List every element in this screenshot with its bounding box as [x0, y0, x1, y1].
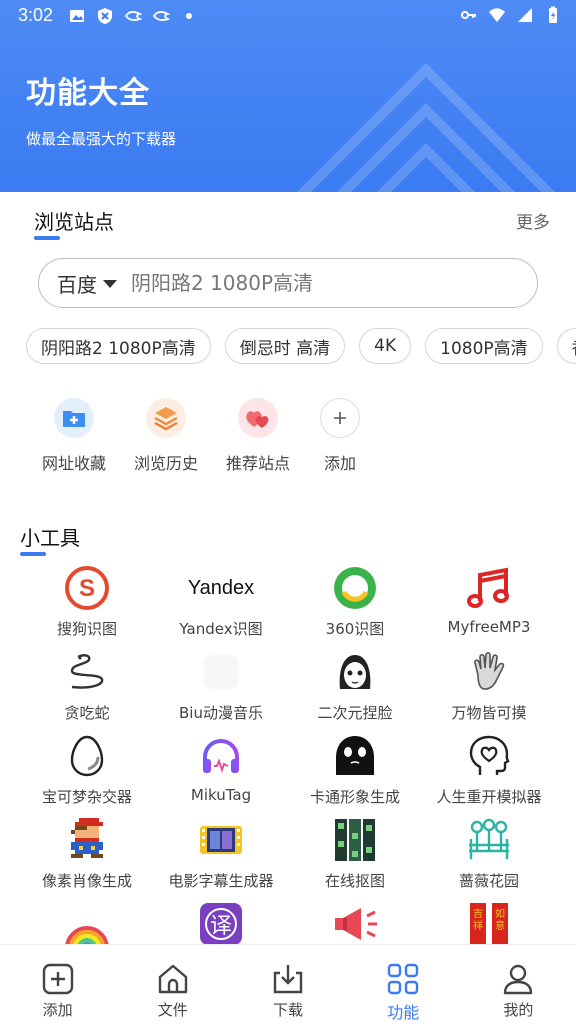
plus-icon [320, 398, 360, 438]
status-time: 3:02 [18, 5, 54, 25]
hot-search-chips: 阴阳路2 1080P高清 倒忌时 高清 4K 1080P高清 香 [26, 328, 576, 364]
svg-text:S: S [79, 575, 95, 602]
quick-item-bookmarks[interactable]: 网址收藏 [28, 398, 120, 474]
tool-item[interactable]: Yandex Yandex识图 [154, 564, 288, 648]
ghost-icon [331, 732, 379, 780]
film-strip-icon [331, 816, 379, 864]
browse-section-title: 浏览站点 [34, 206, 114, 240]
main-card: 浏览站点 更多 百度 阴阳路2 1080P高清 倒忌时 高清 4K 1080P高… [0, 194, 576, 954]
360-icon [331, 564, 379, 612]
shield-icon [98, 8, 112, 24]
bird-icon [124, 11, 142, 21]
music-note-icon [465, 564, 513, 612]
quick-actions: 网址收藏 浏览历史 推荐站点 添加 [28, 398, 376, 474]
tool-item[interactable]: Biu动漫音乐 [154, 648, 288, 732]
film-icon [197, 816, 245, 864]
tool-item[interactable]: 像素肖像生成 [20, 816, 154, 900]
nav-features[interactable]: 功能 [346, 945, 461, 1024]
translate-icon: 译 [197, 900, 245, 948]
search-chip[interactable]: 阴阳路2 1080P高清 [26, 328, 211, 364]
search-chip[interactable]: 4K [359, 328, 412, 364]
tool-item[interactable]: 蔷薇花园 [422, 816, 556, 900]
garden-icon [465, 816, 513, 864]
search-engine-label: 百度 [57, 272, 97, 297]
search-engine-selector[interactable]: 百度 [57, 269, 117, 298]
tool-item[interactable]: 360识图 [288, 564, 422, 648]
tool-item[interactable]: 电影字幕生成器 [154, 816, 288, 900]
tool-item[interactable]: 二次元捏脸 [288, 648, 422, 732]
quick-item-add[interactable]: 添加 [304, 398, 376, 474]
status-bar: 3:02 [0, 0, 576, 32]
anime-music-icon [197, 648, 245, 696]
wifi-icon [489, 8, 505, 22]
rainbow-icon [63, 900, 111, 948]
nav-files[interactable]: 文件 [115, 945, 230, 1024]
heart-head-icon [465, 732, 513, 780]
tool-item[interactable]: 在线抠图 [288, 816, 422, 900]
tools-grid: S 搜狗识图 Yandex Yandex识图 360识图 MyfreeMP3 贪… [20, 564, 556, 984]
grid-icon [388, 963, 419, 995]
title-underline [20, 552, 46, 556]
hearts-icon [238, 398, 278, 438]
dot-icon [186, 13, 192, 19]
page-title: 功能大全 [26, 76, 150, 111]
megaphone-icon [331, 900, 379, 948]
yandex-logo-icon: Yandex [187, 576, 255, 599]
layers-icon [146, 398, 186, 438]
quick-item-history[interactable]: 浏览历史 [120, 398, 212, 474]
caret-down-icon [103, 280, 117, 288]
more-link[interactable]: 更多 [516, 208, 550, 233]
tool-item[interactable]: 人生重开模拟器 [422, 732, 556, 816]
tool-item[interactable]: MyfreeMP3 [422, 564, 556, 648]
tool-item[interactable]: 卡通形象生成 [288, 732, 422, 816]
search-chip[interactable]: 香 [556, 328, 576, 364]
anime-face-icon [331, 648, 379, 696]
folder-plus-icon [54, 398, 94, 438]
nav-profile[interactable]: 我的 [461, 945, 576, 1024]
tool-item[interactable]: 贪吃蛇 [20, 648, 154, 732]
egg-icon [63, 732, 111, 780]
tools-section-title: 小工具 [20, 522, 80, 556]
image-icon [70, 10, 84, 22]
title-underline [34, 236, 60, 240]
home-icon [158, 964, 187, 994]
page-subtitle: 做最全最强大的下载器 [26, 130, 177, 148]
pixel-mario-icon [63, 816, 111, 864]
nav-download[interactable]: 下载 [230, 945, 345, 1024]
header-decoration [296, 62, 556, 192]
search-box[interactable]: 百度 [38, 258, 538, 308]
key-icon [461, 11, 476, 19]
user-icon [504, 964, 533, 995]
battery-icon [549, 6, 557, 23]
search-input[interactable] [131, 271, 461, 295]
tool-item[interactable]: MikuTag [154, 732, 288, 816]
couplet-icon: 吉祥 如意 [465, 900, 513, 948]
search-chip[interactable]: 1080P高清 [425, 328, 543, 364]
search-chip[interactable]: 倒忌时 高清 [224, 328, 346, 364]
header: 3:02 功能大全 做最全最强大的下载器 [0, 0, 576, 192]
signal-icon [518, 8, 532, 22]
quick-item-recommended[interactable]: 推荐站点 [212, 398, 304, 474]
add-square-icon [42, 963, 73, 995]
sogou-icon: S [63, 564, 111, 612]
download-icon [273, 965, 303, 994]
bird-icon [152, 11, 170, 21]
bottom-nav: 添加 文件 下载 功能 我的 [0, 944, 576, 1024]
tool-item[interactable]: 万物皆可摸 [422, 648, 556, 732]
tool-item[interactable]: 宝可梦杂交器 [20, 732, 154, 816]
snake-icon [63, 648, 111, 696]
hand-icon [465, 648, 513, 696]
nav-add[interactable]: 添加 [0, 945, 115, 1024]
tool-item[interactable]: S 搜狗识图 [20, 564, 154, 648]
headphones-icon [197, 732, 245, 780]
